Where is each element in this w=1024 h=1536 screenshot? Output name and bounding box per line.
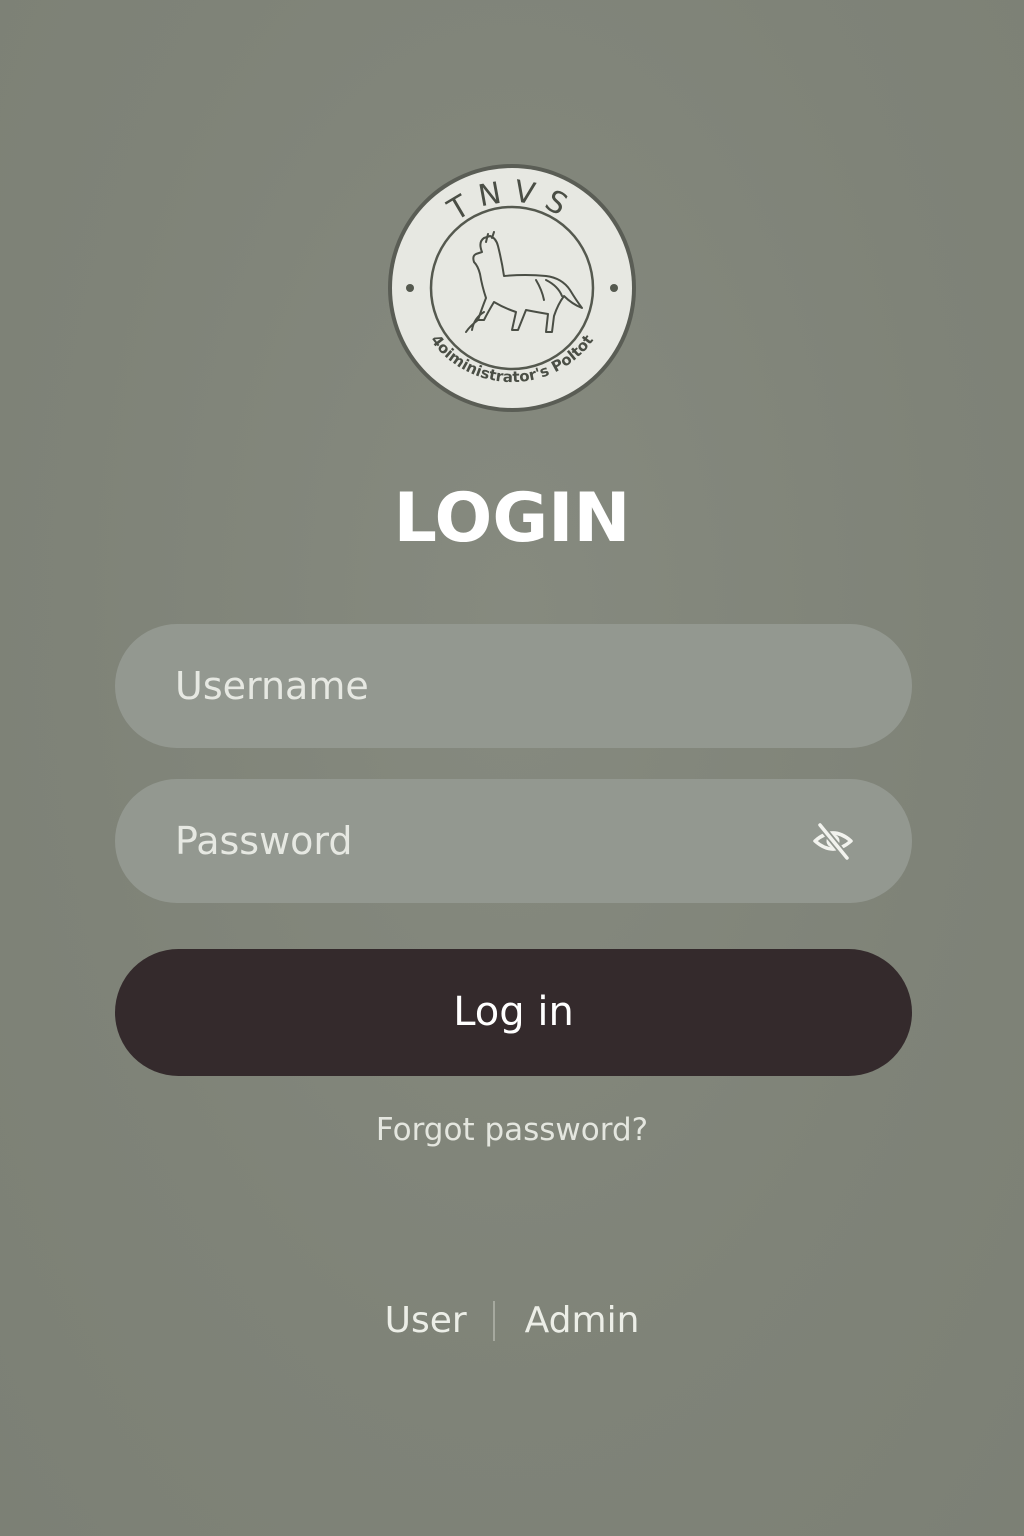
login-page: TNVS 4oiministrator's Poltot LOGIN Log i… bbox=[0, 0, 1024, 1536]
forgot-password-link[interactable]: Forgot password? bbox=[0, 1108, 1024, 1152]
username-input[interactable] bbox=[115, 624, 912, 748]
role-admin-option[interactable]: Admin bbox=[525, 1296, 640, 1346]
password-input[interactable] bbox=[115, 779, 912, 903]
login-button[interactable]: Log in bbox=[115, 949, 912, 1076]
role-divider bbox=[492, 1301, 495, 1341]
role-switch: User Admin bbox=[0, 1296, 1024, 1346]
logo-seal: TNVS 4oiministrator's Poltot bbox=[388, 164, 636, 412]
username-field-container bbox=[115, 624, 912, 748]
role-user-option[interactable]: User bbox=[385, 1296, 467, 1346]
password-field-container bbox=[115, 779, 912, 903]
eye-slash-icon[interactable] bbox=[812, 821, 854, 861]
page-title: LOGIN bbox=[393, 479, 631, 558]
